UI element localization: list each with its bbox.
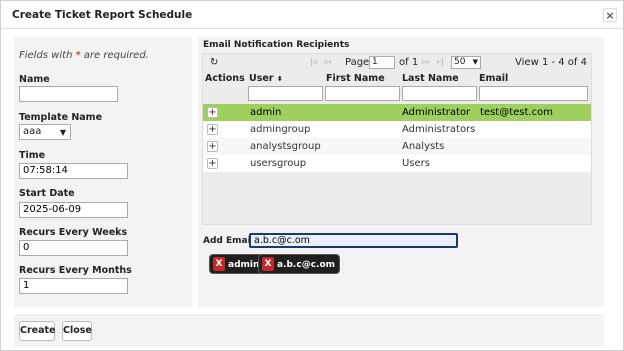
add-recipient-icon[interactable]: + [207,158,218,169]
email-filter-input[interactable] [479,86,588,101]
rows-per-page-value: 50 [454,57,466,67]
last-name-filter-input[interactable] [402,86,477,101]
remove-chip-icon[interactable]: X [262,256,274,271]
rows-per-page-select[interactable]: 50 ▼ [451,56,481,69]
create-button[interactable]: Create [19,321,56,341]
recurs-weeks-field[interactable]: 0 [19,240,128,256]
name-field[interactable] [19,86,118,102]
page-label: Page [345,57,370,68]
add-emails-input[interactable]: a.b.c@c.om [249,233,458,248]
page-number-input[interactable]: 1 [369,56,395,69]
close-button[interactable]: Close [62,321,92,341]
sort-icon: ⬍ [276,75,283,83]
template-name-value: aaa [23,126,42,137]
column-header-actions: Actions [205,73,245,84]
template-name-label: Template Name [19,112,103,123]
refresh-icon[interactable]: ↻ [210,57,218,68]
chip-label: admin [228,260,260,270]
recurs-months-field[interactable]: 1 [19,278,128,294]
recipients-panel: Email Notification Recipients ↻ |◃ ◃◃ Pa… [198,37,604,307]
column-header-user[interactable]: User ⬍ [249,73,283,84]
recipients-grid: ↻ |◃ ◃◃ Page 1 of 1 ▹▹ ▹| 50 ▼ View 1 - 4… [202,53,592,225]
column-header-last-name[interactable]: Last Name [402,73,459,84]
close-icon[interactable]: × [603,8,617,22]
page-count-label: of 1 [399,57,419,68]
dialog-title: Create Ticket Report Schedule [12,9,193,21]
recipient-chip-email: Xa.b.c@c.om [258,254,341,274]
time-field[interactable]: 07:58:14 [19,163,128,179]
row-user: admin [250,107,282,118]
schedule-form-panel: Fields with * are required. Name Templat… [14,37,192,307]
grid-pager: ↻ |◃ ◃◃ Page 1 of 1 ▹▹ ▹| 50 ▼ View 1 - 4… [203,54,591,72]
row-last-name: Users [402,158,431,169]
view-records-count: View 1 - 4 of 4 [515,57,587,68]
chevron-down-icon: ▼ [472,58,478,66]
add-recipient-icon[interactable]: + [207,141,218,152]
hint-prefix: Fields with [19,50,76,61]
time-label: Time [19,150,46,161]
first-page-icon[interactable]: |◃ [310,57,317,66]
required-fields-hint: Fields with * are required. [19,50,149,61]
row-last-name: Analysts [402,141,445,152]
table-row[interactable]: + usersgroup Users [203,155,591,172]
column-header-user-label: User [249,73,274,84]
row-email: test@test.com [480,107,553,118]
user-filter-input[interactable] [248,86,323,101]
remove-chip-icon[interactable]: X [213,256,225,271]
last-page-icon[interactable]: ▹| [437,57,444,66]
start-date-field[interactable]: 2025-06-09 [19,202,128,218]
row-user: analystsgroup [250,141,321,152]
recipients-section-title: Email Notification Recipients [203,40,350,50]
table-row[interactable]: + admingroup Administrators [203,121,591,138]
row-last-name: Administrators [402,124,476,135]
dialog-titlebar: Create Ticket Report Schedule × [1,1,623,29]
column-header-first-name[interactable]: First Name [326,73,385,84]
chevron-down-icon: ▼ [59,128,66,137]
first-name-filter-input[interactable] [325,86,400,101]
name-label: Name [19,74,50,85]
next-page-icon[interactable]: ▹▹ [422,57,430,66]
add-recipient-icon[interactable]: + [207,124,218,135]
recipient-chip-admin: Xadmin [209,254,265,274]
row-user: usersgroup [250,158,307,169]
create-ticket-report-schedule-dialog: Create Ticket Report Schedule × Fields w… [0,0,624,351]
column-header-email[interactable]: Email [479,73,508,84]
recurs-months-label: Recurs Every Months [19,265,132,276]
table-row[interactable]: + admin Administrator test@test.com [203,104,591,121]
add-recipient-icon[interactable]: + [207,107,218,118]
chip-label: a.b.c@c.om [277,260,336,270]
recurs-weeks-label: Recurs Every Weeks [19,227,128,238]
table-row[interactable]: + analystsgroup Analysts [203,138,591,155]
template-name-select[interactable]: aaa ▼ [19,124,71,140]
prev-page-icon[interactable]: ◃◃ [323,57,331,66]
row-last-name: Administrator [402,107,471,118]
dialog-footer: Create Close [14,314,604,347]
row-user: admingroup [250,124,311,135]
start-date-label: Start Date [19,188,75,199]
hint-suffix: are required. [80,50,149,61]
